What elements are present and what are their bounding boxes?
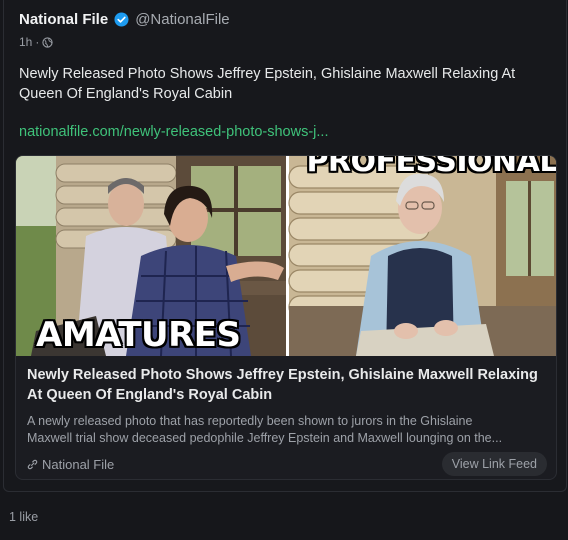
link-card-description-line-2: Maxwell trial show deceased pedophile Je… (27, 431, 503, 445)
post-meta: 1h · (19, 35, 53, 49)
post-timestamp[interactable]: 1h (19, 35, 32, 49)
link-card-description-line-1: A newly released photo that has reported… (27, 414, 473, 428)
link-card-source-name: National File (42, 456, 115, 472)
link-preview-card[interactable]: PROFESSIONAL AMATURES Newly Released Pho… (15, 155, 557, 480)
post-header: National File @NationalFile (19, 11, 230, 28)
image-caption-top: PROFESSIONAL (306, 156, 557, 179)
post-card: National File @NationalFile 1h · Newly R… (3, 0, 567, 492)
image-caption-bottom: AMATURES (36, 315, 241, 355)
post-link[interactable]: nationalfile.com/newly-released-photo-sh… (19, 124, 328, 140)
author-name[interactable]: National File (19, 11, 108, 28)
view-link-feed-button[interactable]: View Link Feed (441, 452, 547, 476)
link-card-source[interactable]: National File (27, 457, 114, 472)
link-card-title[interactable]: Newly Released Photo Shows Jeffrey Epste… (27, 365, 547, 405)
like-count[interactable]: 1 like (9, 510, 38, 524)
link-icon (27, 459, 38, 470)
author-handle[interactable]: @NationalFile (135, 11, 229, 28)
verified-badge-icon (114, 12, 129, 27)
post-body-text: Newly Released Photo Shows Jeffrey Epste… (19, 66, 516, 102)
globe-icon (42, 36, 53, 48)
link-card-description: A newly released photo that has reported… (27, 413, 547, 447)
link-preview-image[interactable]: PROFESSIONAL AMATURES (16, 156, 557, 356)
meta-separator: · (35, 35, 40, 49)
link-card-footer: National File View Link Feed (27, 452, 547, 476)
